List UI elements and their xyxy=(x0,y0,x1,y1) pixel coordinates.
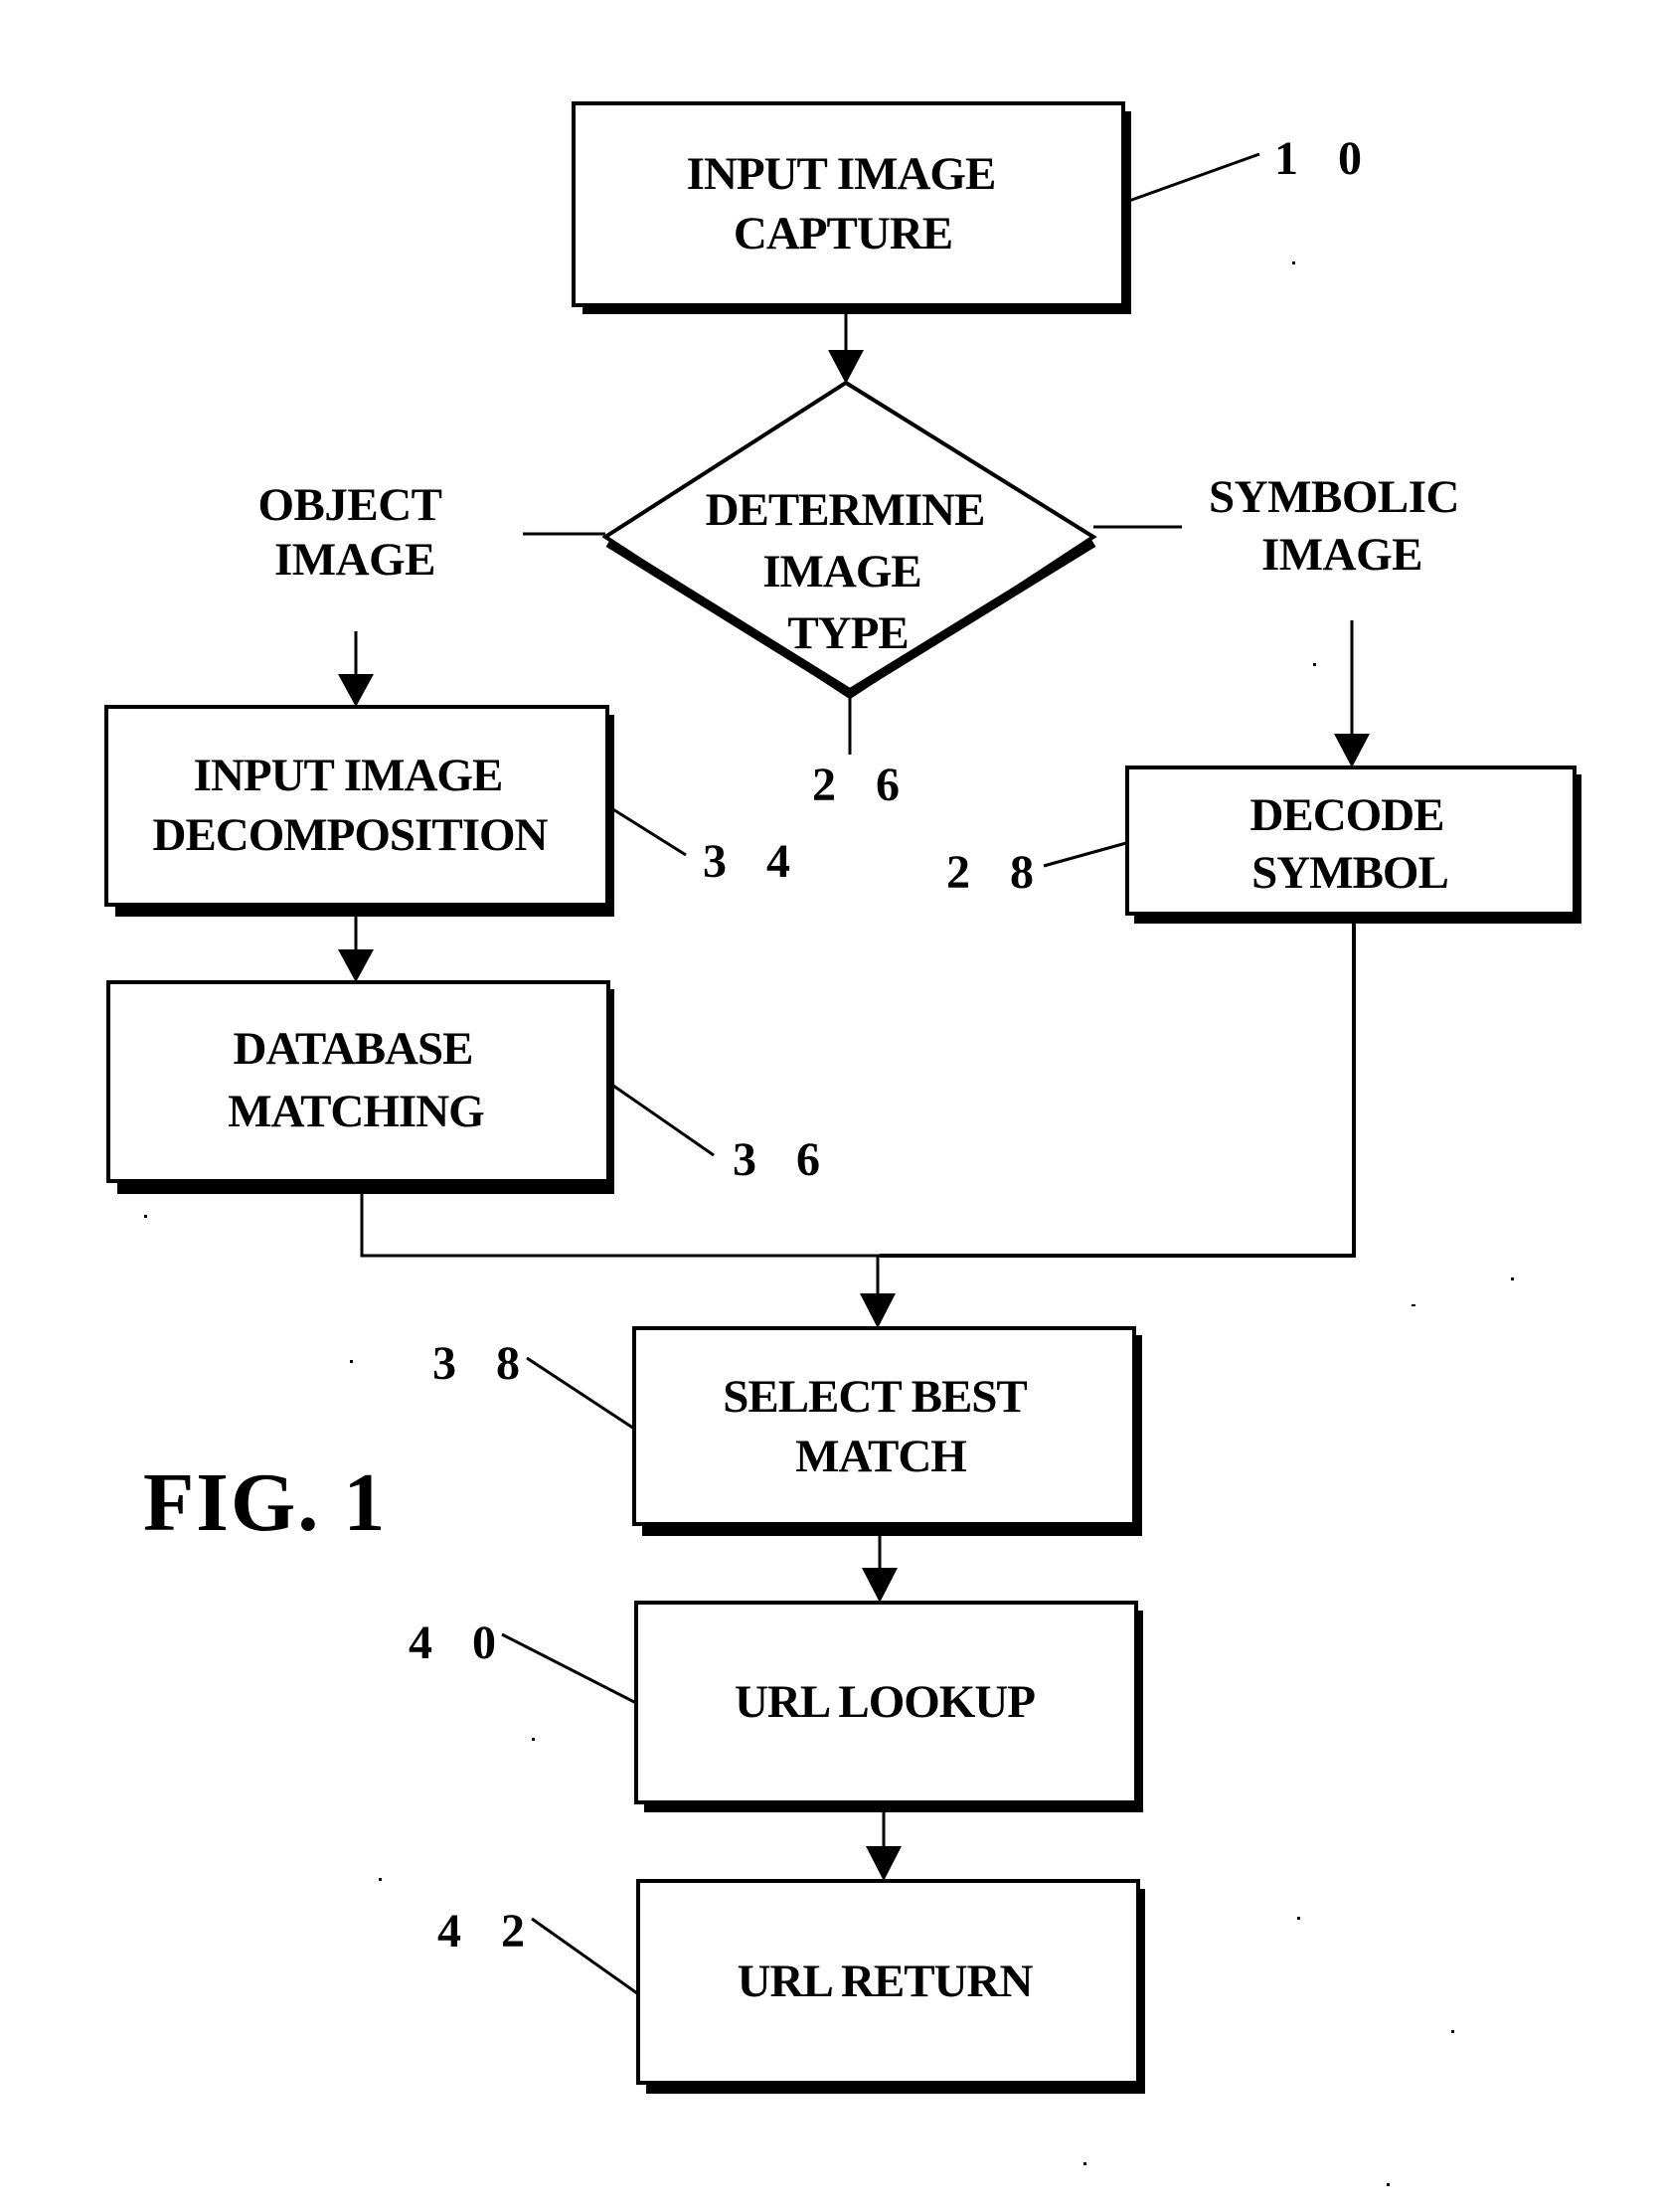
flowchart: INPUT IMAGE CAPTURE 1 0 DETERMINE IMAGE … xyxy=(104,101,1581,2186)
node-url-lookup: URL LOOKUP xyxy=(634,1601,1143,1812)
leader-line-38 xyxy=(526,1356,635,1431)
branch-label-object-line: IMAGE xyxy=(274,534,435,586)
arrowhead-icon xyxy=(338,674,374,707)
process-box xyxy=(632,1326,1136,1526)
edge-decode-to-merge xyxy=(880,923,1356,1258)
node-label-line: SYMBOL xyxy=(1251,847,1448,899)
node-label-line: SELECT BEST xyxy=(723,1371,1027,1423)
speck xyxy=(1083,2162,1086,2165)
ref-label-26: 2 6 xyxy=(812,759,914,811)
leader-line-34 xyxy=(610,806,687,857)
speck xyxy=(1292,261,1295,264)
leader-line-40 xyxy=(501,1632,637,1705)
speck xyxy=(350,1360,353,1363)
leader-line-10 xyxy=(1125,152,1260,204)
edge-matching-to-merge xyxy=(360,1193,880,1258)
node-label-line: INPUT IMAGE xyxy=(687,148,996,200)
leader-line-28 xyxy=(1043,841,1127,868)
node-input-image-decomposition: INPUT IMAGE DECOMPOSITION xyxy=(104,705,614,917)
speck xyxy=(1313,663,1316,666)
node-label-line: IMAGE xyxy=(762,546,921,597)
ref-label-38: 3 8 xyxy=(432,1337,534,1390)
speck xyxy=(1511,1277,1514,1280)
speck xyxy=(1412,1304,1415,1306)
leader-line-42 xyxy=(531,1917,638,1995)
process-box xyxy=(104,705,609,907)
arrowhead-icon xyxy=(338,949,374,982)
node-label-line: TYPE xyxy=(787,607,908,659)
speck xyxy=(1451,2030,1454,2033)
speck xyxy=(1297,1917,1300,1920)
speck xyxy=(379,1878,382,1881)
arrowhead-icon xyxy=(866,1846,902,1881)
node-label-line: CAPTURE xyxy=(734,208,952,259)
node-input-image-capture: INPUT IMAGE CAPTURE xyxy=(572,101,1131,314)
ref-label-40: 4 0 xyxy=(409,1616,510,1669)
branch-label-object-line: OBJECT xyxy=(257,479,441,531)
node-label-line: MATCH xyxy=(795,1431,966,1482)
node-label-line: DECODE xyxy=(1249,789,1443,841)
leader-line-36 xyxy=(612,1084,715,1157)
node-label-line: DATABASE xyxy=(234,1023,473,1075)
process-box xyxy=(572,101,1125,307)
node-label-line: DECOMPOSITION xyxy=(153,809,549,861)
figure-title: FIG. 1 xyxy=(143,1456,387,1549)
node-label-line: URL LOOKUP xyxy=(735,1676,1035,1728)
speck xyxy=(532,1738,535,1741)
arrowhead-icon xyxy=(862,1568,898,1603)
arrowhead-icon xyxy=(828,350,864,384)
node-label-line: URL RETURN xyxy=(738,1956,1034,2007)
node-determine-image-type: DETERMINE IMAGE TYPE xyxy=(601,380,1097,700)
node-url-return: URL RETURN xyxy=(636,1879,1145,2094)
node-label-line: INPUT IMAGE xyxy=(194,750,503,801)
node-decode-symbol: DECODE SYMBOL xyxy=(1125,766,1581,924)
ref-label-42: 4 2 xyxy=(437,1905,539,1957)
ref-label-28: 2 8 xyxy=(946,846,1048,899)
speck xyxy=(144,1215,147,1218)
arrowhead-icon xyxy=(860,1293,896,1328)
ref-label-10: 1 0 xyxy=(1274,132,1376,185)
arrowhead-icon xyxy=(1334,734,1370,767)
node-label-line: DETERMINE xyxy=(706,484,985,536)
node-select-best-match: SELECT BEST MATCH xyxy=(632,1326,1142,1536)
node-database-matching: DATABASE MATCHING xyxy=(106,980,614,1194)
patent-figure: INPUT IMAGE CAPTURE 1 0 DETERMINE IMAGE … xyxy=(0,0,1663,2212)
branch-label-symbolic-line: IMAGE xyxy=(1261,529,1422,581)
speck xyxy=(1387,2183,1390,2186)
branch-label-symbolic-line: SYMBOLIC xyxy=(1209,471,1459,523)
node-label-line: MATCHING xyxy=(228,1086,484,1137)
ref-label-34: 3 4 xyxy=(703,835,804,888)
process-box xyxy=(106,980,610,1183)
ref-label-36: 3 6 xyxy=(733,1133,834,1186)
